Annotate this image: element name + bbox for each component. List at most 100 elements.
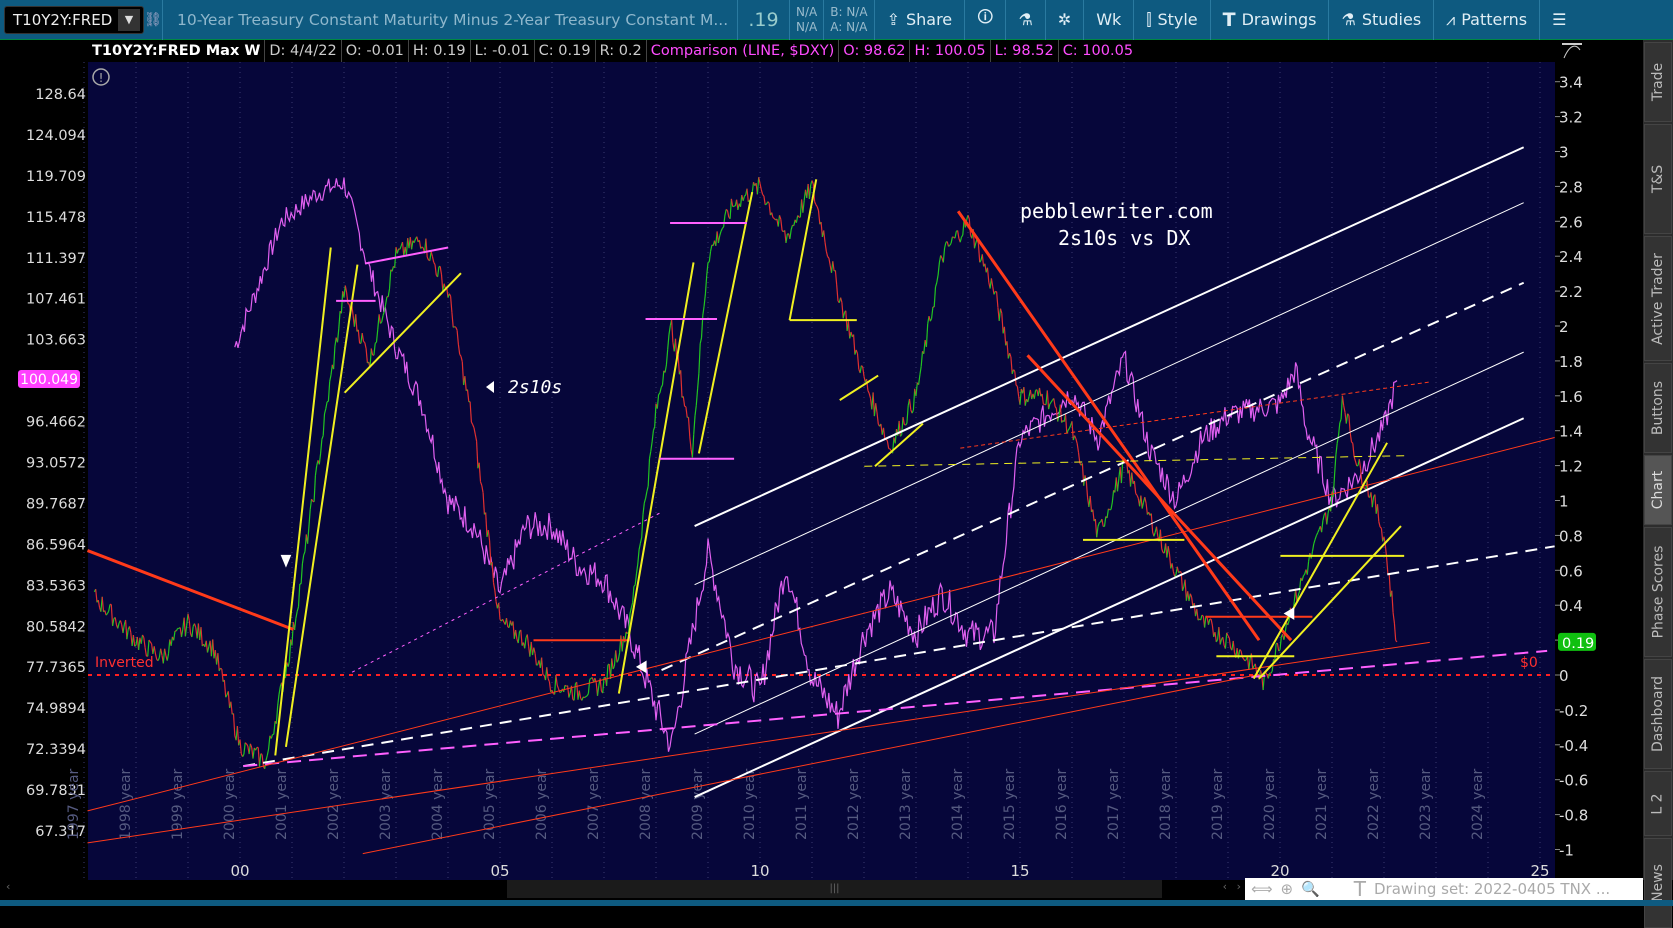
style-label: Style xyxy=(1157,10,1197,29)
aggregation-button[interactable]: Wk xyxy=(1083,0,1133,40)
chart-canvas[interactable]: 128.64124.094119.709115.478111.397107.46… xyxy=(0,40,1643,880)
t10y2y-segment xyxy=(708,262,709,263)
bid: B: N/A xyxy=(830,5,867,20)
year-label: 2017 year xyxy=(1106,768,1122,840)
left-axis-tick: 107.461 xyxy=(26,292,86,308)
right-axis-tick: 0.6 xyxy=(1559,562,1583,580)
t10y2y-segment xyxy=(455,327,456,328)
right-axis-tick: 1 xyxy=(1559,493,1569,511)
bottom-border xyxy=(0,900,1673,906)
drawings-button[interactable]: TDrawings xyxy=(1210,0,1329,40)
right-axis-tick: 3.4 xyxy=(1559,74,1583,92)
menu-button[interactable]: ☰ xyxy=(1539,0,1578,40)
right-axis-tick: 3 xyxy=(1559,144,1569,162)
aggregation-label: Wk xyxy=(1096,10,1121,29)
year-label: 2023 year xyxy=(1418,768,1434,840)
side-tab-label: Buttons xyxy=(1650,381,1666,435)
side-tab-news[interactable]: News xyxy=(1644,838,1672,928)
side-tab-active-trader[interactable]: Active Trader xyxy=(1644,236,1672,361)
flask-button[interactable]: ⚗ xyxy=(1005,0,1044,40)
side-tab-l-2[interactable]: L 2 xyxy=(1644,771,1672,836)
t10y2y-segment xyxy=(1180,571,1181,572)
year-label: 2007 year xyxy=(586,768,602,840)
flask-icon: ⚗ xyxy=(1341,10,1355,29)
ask: A: N/A xyxy=(830,20,867,35)
side-tab-label: Chart xyxy=(1650,471,1666,509)
t10y2y-segment xyxy=(773,218,774,219)
year-label: 2000 year xyxy=(222,768,238,840)
t10y2y-segment xyxy=(348,304,349,305)
right-axis-tick: 1.8 xyxy=(1559,353,1583,371)
alert-icon-glyph: ! xyxy=(99,71,104,85)
right-axis-tick: 1.6 xyxy=(1559,388,1583,406)
right-axis-tick: 0.4 xyxy=(1559,597,1583,615)
symbol-selector[interactable]: T10Y2Y:FRED ▼ xyxy=(4,6,144,34)
right-axis: 3.43.232.82.62.42.221.81.61.41.210.80.60… xyxy=(1555,74,1596,860)
year-label: 2016 year xyxy=(1054,768,1070,840)
symbol-text: T10Y2Y:FRED xyxy=(13,11,112,29)
zoom-icon[interactable]: 🔍 xyxy=(1301,880,1320,898)
t10y2y-segment xyxy=(590,679,591,680)
year-label: 2014 year xyxy=(950,768,966,840)
zero-label: $0 xyxy=(1520,655,1538,671)
year-label: 2009 year xyxy=(690,768,706,840)
scroll-prev-icon[interactable]: ‹ xyxy=(1223,880,1227,893)
style-button[interactable]: ⫿Style xyxy=(1133,0,1209,40)
side-tab-buttons[interactable]: Buttons xyxy=(1644,363,1672,453)
text-icon[interactable]: T xyxy=(1354,877,1366,901)
year-label: 2011 year xyxy=(794,768,810,840)
patterns-button[interactable]: ⩘Patterns xyxy=(1433,0,1539,40)
bid-ask: B: N/AA: N/A xyxy=(823,0,873,40)
t10y2y-segment xyxy=(585,697,586,698)
year-label: 2019 year xyxy=(1210,768,1226,840)
year-label: 1998 year xyxy=(118,768,134,840)
right-axis-tick: 0 xyxy=(1559,667,1569,685)
symbol-description: 10-Year Treasury Constant Maturity Minus… xyxy=(162,0,737,40)
side-tab-dashboard[interactable]: Dashboard xyxy=(1644,659,1672,769)
flask-icon: ⚗ xyxy=(1018,10,1032,29)
crosshair-icon[interactable]: ⊕ xyxy=(1281,880,1294,898)
t10y2y-segment xyxy=(422,247,423,248)
left-axis-tick: 103.663 xyxy=(26,333,86,349)
right-axis-tick: 2.2 xyxy=(1559,283,1583,301)
studies-button[interactable]: ⚗Studies xyxy=(1328,0,1433,40)
expand-icon[interactable]: ⟺ xyxy=(1251,880,1273,898)
t10y2y-segment xyxy=(221,668,222,669)
toggle-scale-icon[interactable] xyxy=(1562,44,1582,58)
last-price: .19 xyxy=(737,0,789,40)
left-axis-tick: 80.5842 xyxy=(26,619,86,635)
drawing-set-label[interactable]: Drawing set: 2022-0405 TNX ... xyxy=(1374,880,1610,898)
info-button[interactable]: 🛈 xyxy=(964,0,1005,40)
settings-button[interactable]: ✲ xyxy=(1045,0,1083,40)
right-axis-tick: 2 xyxy=(1559,318,1569,336)
year-label: 2002 year xyxy=(326,768,342,840)
na-2: N/A xyxy=(796,20,817,35)
link-icon[interactable]: ⛓ xyxy=(144,12,162,28)
horizontal-scrollbar[interactable]: ‹ ||| ‹ › xyxy=(2,880,1245,898)
scroll-left-icon[interactable]: ‹ xyxy=(6,880,10,893)
t10y2y-segment xyxy=(1202,615,1203,616)
right-axis-tick: 0.8 xyxy=(1559,527,1583,545)
x-axis-tick: 05 xyxy=(490,862,509,880)
side-tab-label: News xyxy=(1650,864,1666,902)
t10y2y-segment xyxy=(586,696,587,697)
side-tab-phase-scores[interactable]: Phase Scores xyxy=(1644,527,1672,657)
info-icon: 🛈 xyxy=(977,6,993,33)
side-tab-chart[interactable]: Chart xyxy=(1644,455,1672,525)
na-1: N/A xyxy=(796,5,817,20)
left-axis-tick: 115.478 xyxy=(26,210,86,226)
right-axis-tick: 3.2 xyxy=(1559,109,1583,127)
year-label: 2012 year xyxy=(846,768,862,840)
side-tabs: TradeT&SActive Trader Buttons Chart Phase S… xyxy=(1643,40,1673,880)
left-axis-tick: 96.4662 xyxy=(26,415,86,431)
share-label: Share xyxy=(906,10,952,29)
t10y2y-segment xyxy=(765,204,766,205)
side-tab-t-s[interactable]: T&S xyxy=(1644,124,1672,234)
scroll-right-icon[interactable]: › xyxy=(1237,880,1241,893)
t10y2y-segment xyxy=(1240,650,1241,651)
share-button[interactable]: ⇪Share xyxy=(874,0,965,40)
chevron-down-icon[interactable]: ▼ xyxy=(118,9,140,31)
year-label: 2003 year xyxy=(378,768,394,840)
scroll-thumb[interactable]: ||| xyxy=(507,880,1162,898)
side-tab-trade[interactable]: Trade xyxy=(1644,42,1672,122)
